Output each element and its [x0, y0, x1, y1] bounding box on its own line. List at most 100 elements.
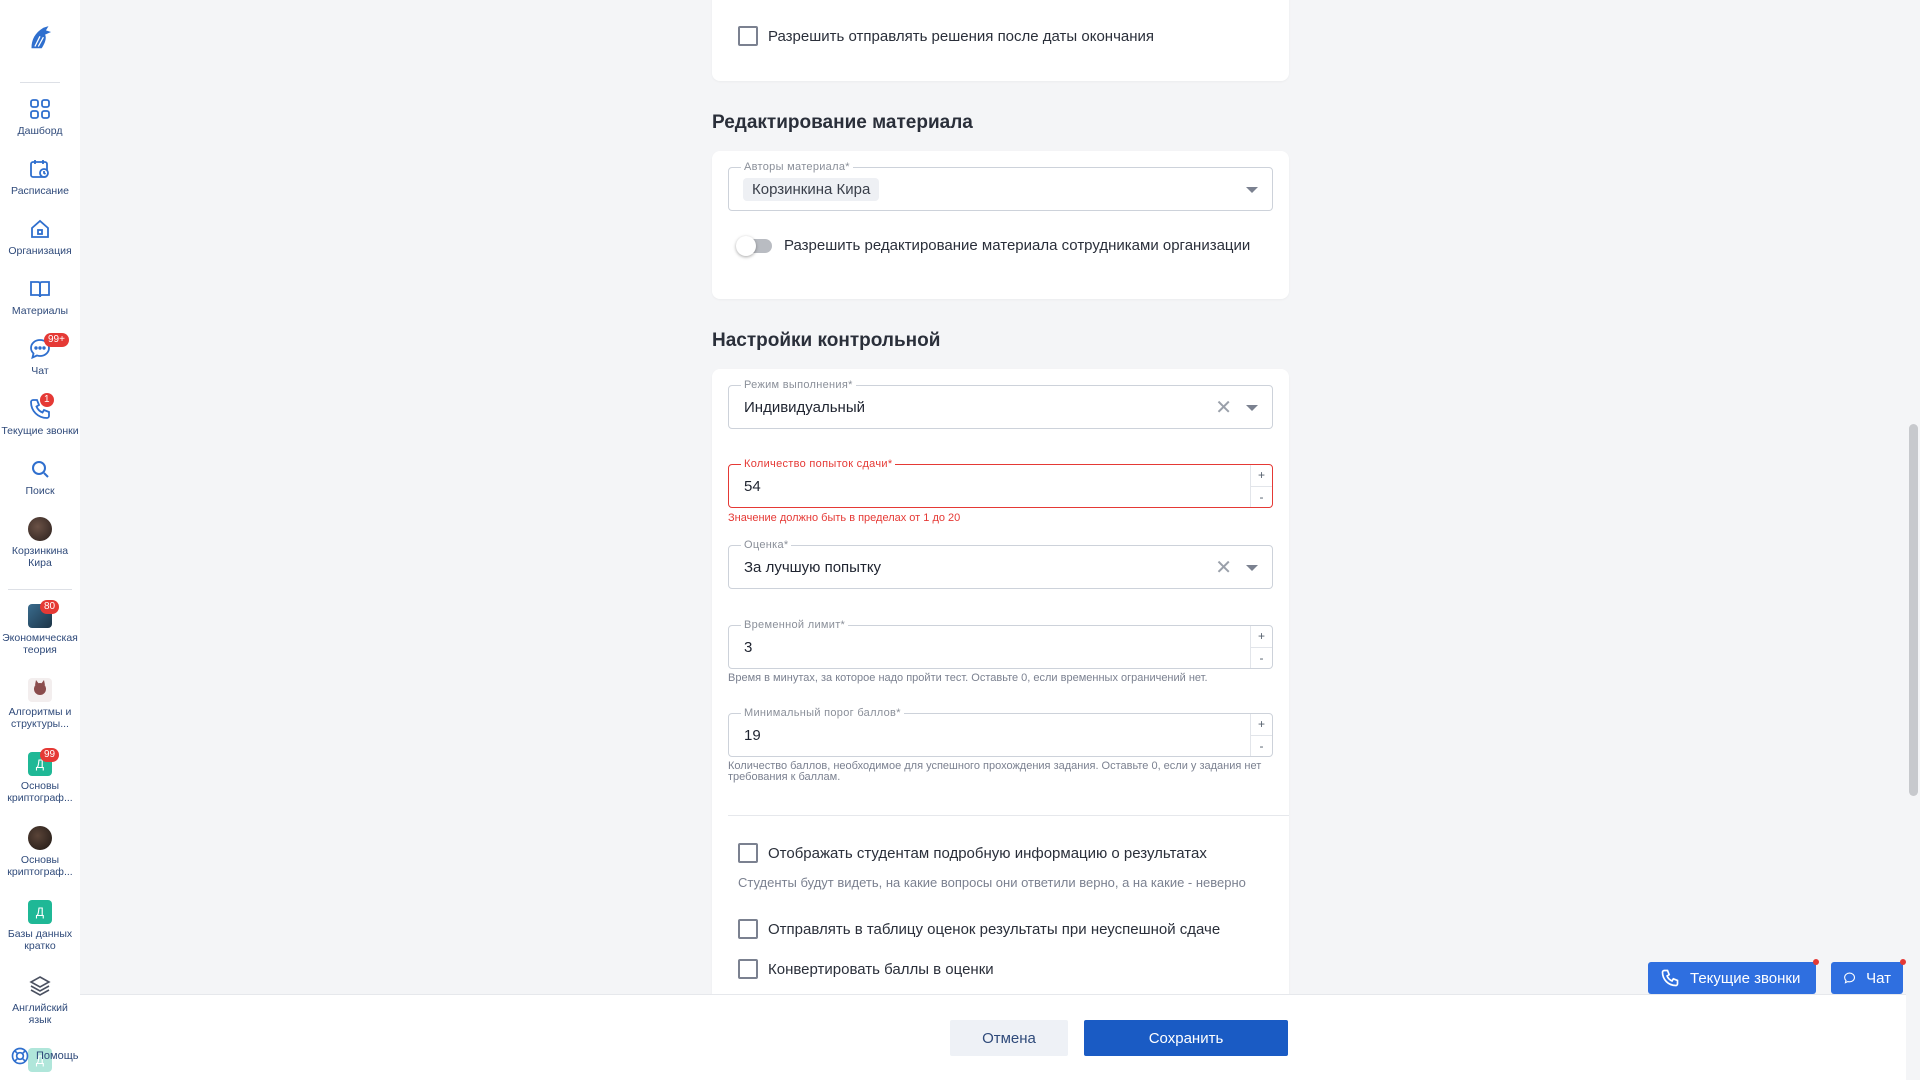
sidebar-item-profile[interactable]: Корзинкина Кира — [0, 517, 80, 569]
decrement-button[interactable]: - — [1251, 487, 1272, 508]
sidebar-item-label: Дашборд — [17, 125, 63, 137]
deadline-card: Разрешить отправлять решения после даты … — [712, 0, 1289, 81]
close-icon[interactable]: ✕ — [1215, 558, 1232, 578]
sidebar-item-search[interactable]: Поиск — [0, 457, 80, 497]
chevron-down-icon[interactable] — [1246, 405, 1258, 411]
test-settings-card: Режим выполнения* Индивидуальный ✕ Колич… — [712, 369, 1289, 1009]
chevron-down-icon[interactable] — [1246, 187, 1258, 193]
field-label: Авторы материала* — [741, 160, 853, 174]
course-badge: 80 — [40, 600, 60, 614]
chevron-down-icon[interactable] — [1246, 565, 1258, 571]
sidebar-item-label: Чат — [31, 365, 49, 377]
sidebar-item-label: Основы криптограф... — [7, 780, 73, 804]
field-label: Оценка* — [741, 538, 792, 552]
sidebar-course-algorithms[interactable]: Алгоритмы и структуры... — [0, 678, 80, 730]
chat-icon — [1844, 972, 1856, 984]
sidebar-item-calls[interactable]: 1 Текущие звонки — [0, 393, 80, 437]
sidebar-item-label: Алгоритмы и структуры... — [8, 706, 72, 730]
decrement-button[interactable]: - — [1251, 736, 1272, 757]
show-results-row[interactable]: Отображать студентам подробную информаци… — [738, 843, 1207, 863]
calls-badge: 1 — [40, 393, 54, 407]
cancel-button[interactable]: Отмена — [950, 1020, 1068, 1056]
sidebar-divider — [20, 82, 60, 83]
field-label: Количество попыток сдачи* — [741, 457, 896, 471]
sidebar-item-schedule[interactable]: Расписание — [0, 157, 80, 197]
sidebar-item-label: Материалы — [11, 305, 69, 317]
course-thumbnail: Д — [28, 900, 52, 924]
field-label: Режим выполнения* — [741, 378, 856, 392]
field-value: 54 — [744, 478, 761, 495]
grid-icon — [30, 99, 50, 119]
sidebar-item-label: Текущие звонки — [1, 425, 79, 437]
chat-button[interactable]: Чат — [1831, 959, 1906, 994]
time-limit-helper: Время в минутах, за которое надо пройти … — [728, 672, 1208, 684]
course-thumbnail — [28, 826, 52, 850]
increment-button[interactable]: + — [1251, 465, 1272, 487]
lifebuoy-icon — [11, 1047, 29, 1065]
course-thumbnail — [28, 678, 52, 702]
send-failed-row[interactable]: Отправлять в таблицу оценок результаты п… — [738, 919, 1220, 939]
sidebar-item-organization[interactable]: Организация — [0, 217, 80, 257]
sidebar-course-databases[interactable]: Д Базы данных кратко — [0, 900, 80, 952]
attempts-input[interactable]: Количество попыток сдачи* 54 + - — [728, 457, 1273, 508]
field-value: 19 — [744, 727, 761, 744]
sidebar-item-chat[interactable]: 99+ Чат — [0, 333, 80, 377]
allow-late-submission-row[interactable]: Разрешить отправлять решения после даты … — [738, 26, 1154, 46]
save-button[interactable]: Сохранить — [1084, 1020, 1288, 1056]
sidebar-item-dashboard[interactable]: Дашборд — [0, 97, 80, 137]
sidebar-item-label: Экономическая теория — [2, 632, 78, 656]
course-badge: 99 — [40, 748, 60, 762]
field-label: Временной лимит* — [741, 618, 849, 632]
quantity-stepper: + - — [1250, 714, 1272, 756]
help-button[interactable]: Помощь — [10, 1046, 79, 1066]
sidebar-item-label: Поиск — [25, 485, 55, 497]
avatar — [28, 517, 52, 541]
sidebar-course-crypto-1[interactable]: Д 99 Основы криптограф... — [0, 748, 80, 804]
convert-points-checkbox[interactable] — [738, 959, 758, 979]
send-failed-checkbox[interactable] — [738, 919, 758, 939]
increment-button[interactable]: + — [1251, 714, 1272, 736]
sidebar-item-label: Базы данных кратко — [7, 928, 73, 952]
mode-select[interactable]: Режим выполнения* Индивидуальный ✕ — [728, 378, 1273, 429]
attempts-error: Значение должно быть в пределах от 1 до … — [728, 512, 961, 524]
sidebar-item-materials[interactable]: Материалы — [0, 277, 80, 317]
decrement-button[interactable]: - — [1251, 648, 1272, 669]
close-icon[interactable]: ✕ — [1215, 398, 1232, 418]
sidebar: Дашборд Расписание Организация Материалы… — [0, 0, 80, 1080]
sidebar-course-economics[interactable]: 80 Экономическая теория — [0, 600, 80, 656]
field-value: За лучшую попытку — [744, 559, 882, 576]
home-icon — [31, 219, 49, 238]
search-icon — [32, 461, 49, 478]
section-title-test: Настройки контрольной — [712, 330, 941, 351]
sidebar-course-english[interactable]: Английский язык — [0, 974, 80, 1026]
layers-icon — [29, 976, 51, 996]
allow-staff-edit-toggle[interactable] — [736, 236, 772, 256]
sidebar-item-label: Корзинкина Кира — [11, 545, 69, 569]
time-limit-input[interactable]: Временной лимит* 3 + - — [728, 618, 1273, 669]
field-value: 3 — [744, 639, 753, 656]
checkbox-label: Отображать студентам подробную информаци… — [768, 844, 1207, 862]
grade-select[interactable]: Оценка* За лучшую попытку ✕ — [728, 538, 1273, 589]
authors-select[interactable]: Авторы материала* Корзинкина Кира — [728, 160, 1273, 211]
show-results-checkbox[interactable] — [738, 843, 758, 863]
sidebar-item-label: Расписание — [11, 185, 69, 197]
app-logo[interactable] — [20, 18, 60, 58]
increment-button[interactable]: + — [1251, 626, 1272, 648]
field-label: Минимальный порог баллов* — [741, 706, 904, 720]
quantity-stepper: + - — [1250, 626, 1272, 668]
scrollbar-thumb[interactable] — [1909, 424, 1918, 796]
current-calls-button[interactable]: Текущие звонки — [1648, 959, 1819, 994]
convert-points-row[interactable]: Конвертировать баллы в оценки — [738, 959, 994, 979]
allow-late-submission-checkbox[interactable] — [738, 26, 758, 46]
sidebar-course-crypto-2[interactable]: Основы криптограф... — [0, 826, 80, 878]
scrollbar[interactable] — [1906, 0, 1920, 1080]
min-score-input[interactable]: Минимальный порог баллов* 19 + - — [728, 706, 1273, 757]
toggle-label: Разрешить редактирование материала сотру… — [784, 237, 1251, 254]
calendar-clock-icon — [30, 160, 49, 178]
chat-badge: 99+ — [44, 333, 69, 347]
author-chip[interactable]: Корзинкина Кира — [743, 178, 880, 201]
sidebar-item-label: Основы криптограф... — [7, 854, 73, 878]
checkbox-label: Разрешить отправлять решения после даты … — [768, 27, 1155, 45]
show-results-hint: Студенты будут видеть, на какие вопросы … — [738, 875, 1246, 890]
checkbox-label: Конвертировать баллы в оценки — [768, 960, 994, 978]
